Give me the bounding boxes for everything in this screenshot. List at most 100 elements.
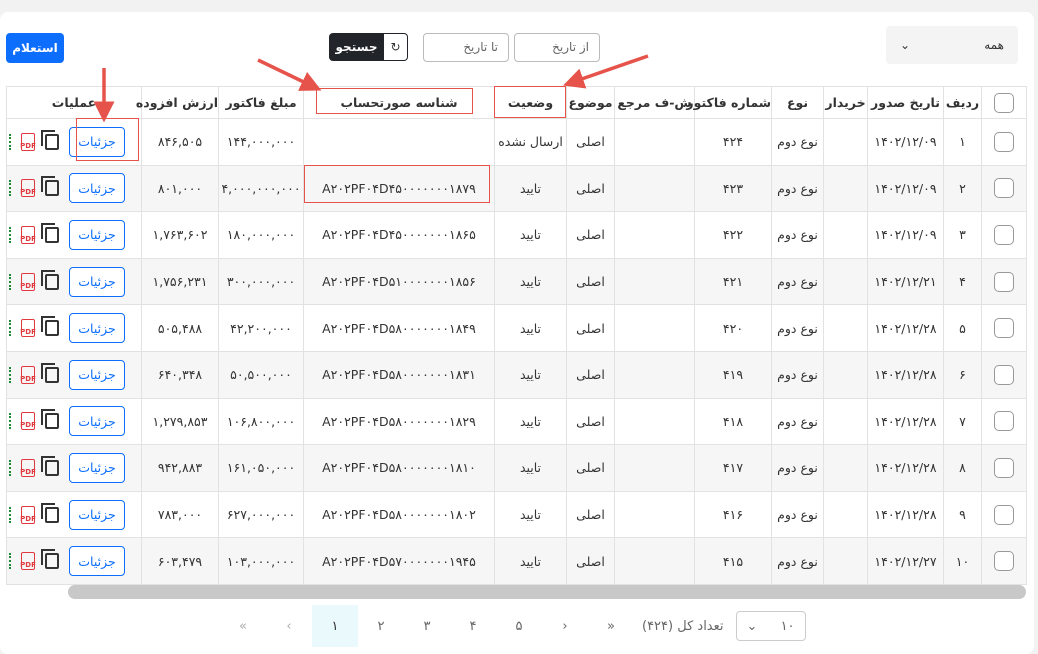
cell-status: تایید — [494, 397, 567, 446]
to-date-input[interactable]: تا تاریخ — [423, 33, 509, 62]
cell-status: تایید — [494, 304, 567, 352]
details-button[interactable]: جزئیات — [69, 219, 125, 250]
prev-page-button[interactable]: ‹ — [266, 605, 312, 647]
row-checkbox[interactable] — [994, 551, 1014, 572]
page-button[interactable]: ۴ — [450, 605, 496, 647]
cell-subject: اصلی — [566, 118, 615, 166]
row-checkbox[interactable] — [994, 131, 1014, 152]
pdf-icon[interactable]: PDF — [20, 552, 36, 571]
excel-icon[interactable] — [8, 273, 11, 290]
pdf-icon[interactable]: PDF — [20, 365, 36, 384]
cell-amount: ۱۴۴,۰۰۰,۰۰۰ — [218, 118, 304, 166]
pdf-icon[interactable]: PDF — [20, 319, 36, 338]
page-button[interactable]: ۱ — [312, 605, 358, 647]
table-row: ۲ ۱۴۰۲/۱۲/۰۹ نوع دوم ۴۲۳ اصلی تایید A۲۰۲PF۰۴D۴… — [6, 164, 1027, 213]
details-button[interactable]: جزئیات — [69, 406, 125, 437]
copy-icon[interactable] — [41, 502, 59, 523]
page-button[interactable]: ۲ — [358, 605, 404, 647]
row-checkbox[interactable] — [994, 504, 1014, 525]
from-date-input[interactable]: از تاریخ — [514, 33, 600, 62]
copy-icon[interactable] — [41, 222, 59, 243]
excel-icon[interactable] — [8, 133, 11, 150]
row-checkbox[interactable] — [994, 318, 1014, 339]
horizontal-scrollbar[interactable] — [68, 585, 1026, 599]
cell-subject: اصلی — [566, 444, 615, 492]
row-select-cell — [981, 211, 1027, 259]
pdf-icon[interactable]: PDF — [20, 272, 36, 291]
copy-icon[interactable] — [41, 549, 59, 570]
row-checkbox[interactable] — [994, 411, 1014, 432]
excel-icon[interactable] — [8, 366, 11, 383]
table-row: ۳ ۱۴۰۲/۱۲/۰۹ نوع دوم ۴۲۲ اصلی تایید A۲۰۲PF۰۴D۴… — [6, 211, 1027, 259]
status-filter-select[interactable]: همه ⌄ — [886, 26, 1018, 64]
page-button[interactable]: ۵ — [496, 605, 542, 647]
row-checkbox[interactable] — [994, 178, 1014, 199]
details-button[interactable]: جزئیات — [69, 266, 125, 297]
pdf-icon[interactable]: PDF — [20, 505, 36, 524]
inquiry-button[interactable]: استعلام — [6, 33, 64, 63]
copy-icon[interactable] — [41, 176, 59, 197]
first-page-button[interactable]: « — [220, 605, 266, 647]
details-button[interactable]: جزئیات — [69, 546, 125, 577]
cell-n: ۹ — [943, 490, 982, 539]
cell-status: تایید — [494, 211, 567, 259]
copy-icon[interactable] — [41, 362, 59, 383]
refresh-button[interactable]: ↻ — [384, 33, 408, 61]
details-button[interactable]: جزئیات — [69, 452, 125, 483]
cell-date: ۱۴۰۲/۱۲/۰۹ — [867, 211, 944, 259]
row-select-cell — [981, 257, 1027, 306]
cell-type: نوع دوم — [771, 444, 824, 492]
cell-vat: ۹۴۲,۸۸۳ — [141, 444, 219, 492]
pdf-icon[interactable]: PDF — [20, 179, 36, 198]
cell-ref — [614, 304, 695, 352]
details-button[interactable]: جزئیات — [69, 499, 125, 530]
cell-subject: اصلی — [566, 397, 615, 446]
copy-icon[interactable] — [41, 455, 59, 476]
cell-buyer — [823, 350, 868, 399]
details-button[interactable]: جزئیات — [69, 313, 125, 344]
copy-icon[interactable] — [41, 316, 59, 337]
page-size-select[interactable]: ۱۰ ⌄ — [735, 611, 806, 641]
pdf-icon[interactable]: PDF — [20, 132, 36, 151]
page-size-value: ۱۰ — [780, 618, 795, 634]
search-button[interactable]: جستجو — [329, 33, 384, 61]
copy-icon[interactable] — [41, 409, 59, 430]
excel-icon[interactable] — [8, 413, 11, 430]
cell-amount: ۴۲,۲۰۰,۰۰۰ — [218, 304, 304, 352]
cell-n: ۲ — [943, 164, 982, 213]
row-checkbox[interactable] — [994, 457, 1014, 478]
details-button[interactable]: جزئیات — [69, 173, 125, 204]
excel-icon[interactable] — [8, 180, 11, 197]
copy-icon[interactable] — [41, 269, 59, 290]
search-group: جستجو ↻ — [329, 33, 408, 61]
cell-id: A۲۰۲PF۰۴D۵۸۰۰۰۰۰۰۰۱۸۰۲ — [303, 490, 495, 539]
cell-vat: ۱,۷۵۶,۲۳۱ — [141, 257, 219, 306]
next-page-button[interactable]: › — [542, 605, 588, 647]
excel-icon[interactable] — [8, 506, 11, 523]
last-page-button[interactable]: » — [588, 605, 634, 647]
details-button[interactable]: جزئیات — [69, 359, 125, 390]
excel-icon[interactable] — [8, 553, 11, 570]
page-button[interactable]: ۳ — [404, 605, 450, 647]
excel-icon[interactable] — [8, 226, 11, 243]
cell-id: A۲۰۲PF۰۴D۵۸۰۰۰۰۰۰۰۱۸۲۹ — [303, 397, 495, 446]
copy-icon[interactable] — [41, 129, 59, 150]
cell-type: نوع دوم — [771, 490, 824, 539]
cell-vat: ۶۴۰,۳۴۸ — [141, 350, 219, 399]
operations-cell: PDF جزئیات — [6, 444, 142, 492]
pdf-icon[interactable]: PDF — [20, 458, 36, 477]
cell-ref — [614, 537, 695, 585]
cell-type: نوع دوم — [771, 304, 824, 352]
pdf-icon[interactable]: PDF — [20, 412, 36, 431]
details-button[interactable]: جزئیات — [69, 126, 125, 157]
row-checkbox[interactable] — [994, 271, 1014, 292]
row-checkbox[interactable] — [994, 224, 1014, 245]
excel-icon[interactable] — [8, 459, 11, 476]
row-checkbox[interactable] — [994, 364, 1014, 385]
pdf-icon[interactable]: PDF — [20, 225, 36, 244]
cell-status: تایید — [494, 257, 567, 306]
cell-inv: ۴۱۶ — [694, 490, 772, 539]
cell-inv: ۴۲۲ — [694, 211, 772, 259]
select-all-checkbox[interactable] — [994, 92, 1014, 113]
excel-icon[interactable] — [8, 320, 11, 337]
